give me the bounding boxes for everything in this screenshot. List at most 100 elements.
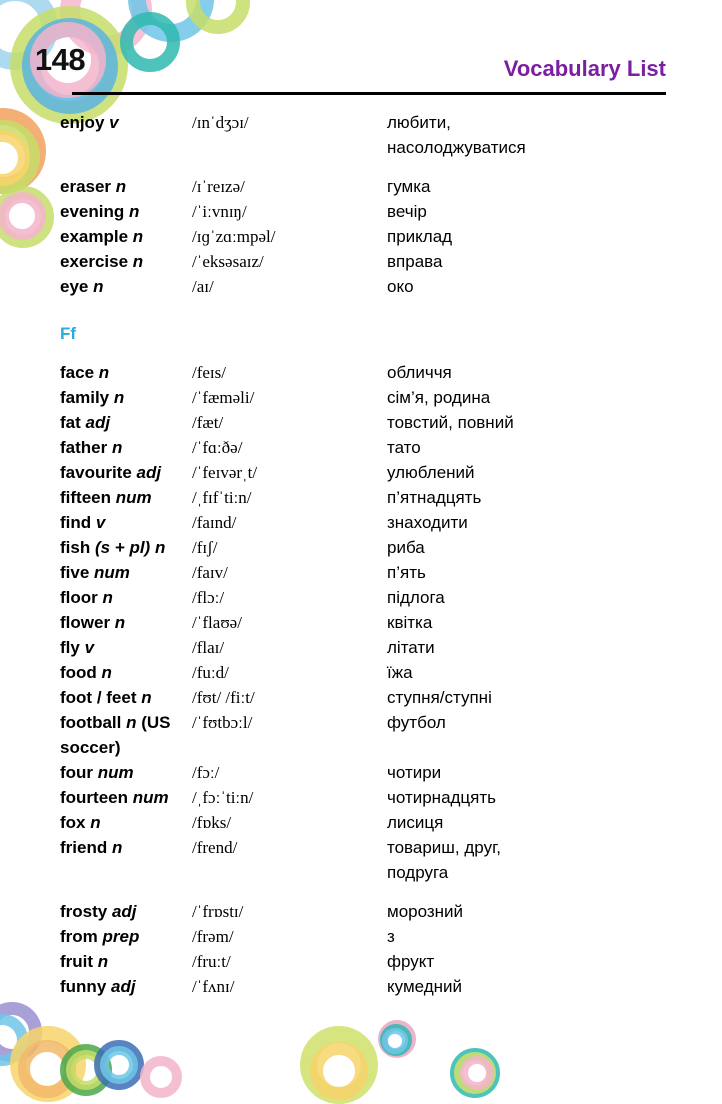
decorative-bubble	[460, 1056, 494, 1090]
vocabulary-entry: enjoy v/ɪnˈdʒɔɪ/любити, насолоджуватися	[0, 110, 722, 160]
entry-word: exercise n	[60, 252, 144, 271]
entry-row: fox n/fɒks/лисиця	[0, 810, 722, 835]
entry-row: fly v/flaɪ/літати	[0, 635, 722, 660]
translation-line: їжа	[387, 663, 413, 682]
decorative-bubble	[0, 1014, 28, 1066]
vocabulary-entry: example n/ɪɡˈzɑːmpəl/приклад	[0, 224, 722, 249]
decorative-bubble	[100, 1046, 138, 1084]
translation-line: тато	[387, 438, 421, 457]
entry-row: find v/faɪnd/знаходити	[0, 510, 722, 535]
entry-row: fourteen num/ˌfɔːˈtiːn/чотирнадцять	[0, 785, 722, 810]
entry-translation: лисиця	[387, 810, 722, 835]
entry-gap	[0, 160, 722, 174]
entry-pronunciation: /ˌfɔːˈtiːn/	[192, 788, 254, 807]
vocabulary-entry: evening n/ˈiːvnɪŋ/вечір	[0, 199, 722, 224]
entry-word: fox n	[60, 813, 101, 832]
decorative-bubble	[380, 1024, 412, 1056]
entry-pronunciation: /fæt/	[192, 413, 224, 432]
entry-translation: підлога	[387, 585, 722, 610]
translation-line: знаходити	[387, 513, 468, 532]
vocabulary-entry: fourteen num/ˌfɔːˈtiːn/чотирнадцять	[0, 785, 722, 810]
entry-row: evening n/ˈiːvnɪŋ/вечір	[0, 199, 722, 224]
entry-translation: чотири	[387, 760, 722, 785]
entry-row: four num/fɔː/чотири	[0, 760, 722, 785]
entry-word: father n	[60, 438, 123, 457]
entry-translation: тато	[387, 435, 722, 460]
decorative-bubble	[0, 1002, 42, 1062]
decorative-bubble	[10, 1026, 86, 1102]
entry-row: fish (s + pl) n/fɪʃ/риба	[0, 535, 722, 560]
vocabulary-entry: family n/ˈfæməli/сім’я, родина	[0, 385, 722, 410]
entry-word: food n	[60, 663, 112, 682]
vocabulary-entry: friend n/frend/товариш, друг, подруга	[0, 835, 722, 885]
decorative-bubble	[382, 1028, 408, 1054]
entry-word: from prep	[60, 927, 140, 946]
entry-pronunciation: /ˈfʊtbɔːl/	[192, 713, 253, 732]
entry-word: evening n	[60, 202, 140, 221]
entry-word: favourite adj	[60, 463, 162, 482]
section-letter-heading: Ff	[60, 324, 77, 343]
translation-line: сім’я, родина	[387, 388, 491, 407]
entry-row: father n/ˈfɑːðə/тато	[0, 435, 722, 460]
entry-row: fat adj/fæt/товстий, повний	[0, 410, 722, 435]
decorative-bubble	[140, 1056, 182, 1098]
entry-word: foot / feet n	[60, 688, 152, 707]
entry-pronunciation: /flaɪ/	[192, 638, 225, 657]
translation-line: чотири	[387, 763, 442, 782]
entry-pronunciation: /ɪˈreɪzə/	[192, 177, 245, 196]
page-number: 148	[34, 42, 86, 77]
translation-line: чотирнадцять	[387, 788, 497, 807]
vocabulary-entry: fat adj/fæt/товстий, повний	[0, 410, 722, 435]
translation-line: кумедний	[387, 977, 463, 996]
vocabulary-entry: flower n/ˈflaʊə/квітка	[0, 610, 722, 635]
entry-pronunciation: /ɪɡˈzɑːmpəl/	[192, 227, 276, 246]
vocabulary-entry: foot / feet n/fʊt/ /fiːt/ступня/ступні	[0, 685, 722, 710]
page-number-badge: 148	[18, 24, 102, 96]
entry-pronunciation: /fɪʃ/	[192, 538, 218, 557]
translation-line: морозний	[387, 902, 464, 921]
entry-pronunciation: /ɪnˈdʒɔɪ/	[192, 113, 249, 132]
entry-word: five num	[60, 563, 130, 582]
entry-word: fifteen num	[60, 488, 152, 507]
translation-line: п’ять	[387, 563, 426, 582]
entry-translation: чотирнадцять	[387, 785, 722, 810]
entry-word: family n	[60, 388, 125, 407]
vocabulary-entry: find v/faɪnd/знаходити	[0, 510, 722, 535]
entry-row: enjoy v/ɪnˈdʒɔɪ/любити, насолоджуватися	[0, 110, 722, 160]
entry-translation: гумка	[387, 174, 722, 199]
vocabulary-entry: fox n/fɒks/лисиця	[0, 810, 722, 835]
entry-translation: п’ять	[387, 560, 722, 585]
entry-word: flower n	[60, 613, 126, 632]
translation-line: п’ятнадцять	[387, 488, 482, 507]
entry-translation: сім’я, родина	[387, 385, 722, 410]
entry-word: eye n	[60, 277, 104, 296]
entry-pronunciation: /ˈfrɒstɪ/	[192, 902, 244, 921]
entry-pronunciation: /fuːd/	[192, 663, 229, 682]
entry-translation: квітка	[387, 610, 722, 635]
entry-word: fourteen num	[60, 788, 169, 807]
entry-pronunciation: /ˈfʌnɪ/	[192, 977, 235, 996]
entry-row: food n/fuːd/їжа	[0, 660, 722, 685]
entry-pronunciation: /flɔː/	[192, 588, 225, 607]
entry-pronunciation: /fɔː/	[192, 763, 220, 782]
entry-translation: знаходити	[387, 510, 722, 535]
translation-line: гумка	[387, 177, 431, 196]
entry-pronunciation: /aɪ/	[192, 277, 214, 296]
decorative-bubble	[378, 1020, 416, 1058]
translation-line: підлога	[387, 588, 445, 607]
entry-row: fifteen num/ˌfɪfˈtiːn/п’ятнадцять	[0, 485, 722, 510]
entry-translation: приклад	[387, 224, 722, 249]
entry-translation: з	[387, 924, 722, 949]
translation-line: футбол	[387, 713, 446, 732]
vocabulary-entry: fish (s + pl) n/fɪʃ/риба	[0, 535, 722, 560]
entry-translation: їжа	[387, 660, 722, 685]
entry-pronunciation: /faɪv/	[192, 563, 228, 582]
entry-word: fly v	[60, 638, 95, 657]
entry-word: fish (s + pl) n	[60, 538, 166, 557]
vocabulary-entry: eraser n/ɪˈreɪzə/гумка	[0, 174, 722, 199]
translation-line: товстий, повний	[387, 413, 514, 432]
entry-translation: риба	[387, 535, 722, 560]
entry-word: fruit n	[60, 952, 109, 971]
entry-translation: ступня/ступні	[387, 685, 722, 710]
translation-line: фрукт	[387, 952, 435, 971]
